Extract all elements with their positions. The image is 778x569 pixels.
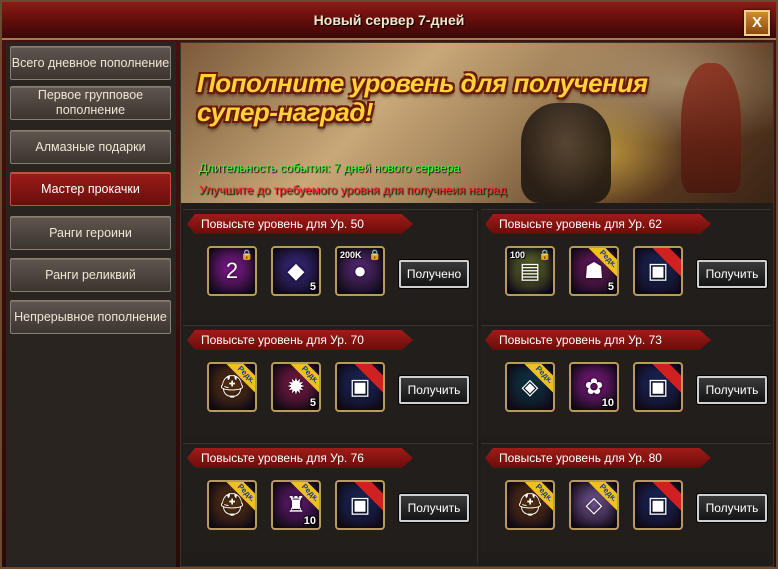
sidebar-item[interactable]: Всего дневное пополнение (10, 46, 171, 80)
title-bar: Новый сервер 7-дней X (2, 2, 776, 40)
sidebar-item[interactable]: Ранги реликвий (10, 258, 171, 292)
task-title: Повысьте уровень для Ур. 70 (187, 330, 413, 350)
blue-card-icon[interactable]: ▣ (633, 246, 683, 296)
banner-figure-art (681, 63, 741, 193)
blue-card-icon[interactable]: ▣ (633, 480, 683, 530)
window-title: Новый сервер 7-дней (313, 12, 465, 28)
item-count: 5 (309, 397, 316, 409)
item-count: 5 (309, 281, 316, 293)
claim-button[interactable]: Получить (399, 494, 469, 522)
helmet-icon[interactable]: ⛑ Редк. (207, 480, 257, 530)
column-divider (477, 211, 478, 563)
sidebar-item[interactable]: Мастер прокачки (10, 172, 171, 206)
reward-task: Повысьте уровень для Ур. 73 ◈ Редк. ✿ 10 ▣ Пол… (481, 325, 771, 435)
lock-icon: 🔒 (538, 250, 551, 261)
claim-button[interactable]: Получить (697, 260, 767, 288)
lock-icon: 🔒 (368, 250, 381, 261)
blue-card-icon[interactable]: ▣ (335, 362, 385, 412)
task-title: Повысьте уровень для Ур. 80 (485, 448, 711, 468)
beast-portrait-icon[interactable]: ☗ Редк. 5 (569, 246, 619, 296)
claim-button[interactable]: Получить (399, 376, 469, 404)
lavender-crystal-icon[interactable]: ◇ Редк. (569, 480, 619, 530)
money-stack-icon[interactable]: ▤ 100 🔒 (505, 246, 555, 296)
armor-icon[interactable]: ♜ Редк. 10 (271, 480, 321, 530)
sidebar-item[interactable]: Непрерывное пополнение (10, 300, 171, 334)
silver-coins-icon[interactable]: ● 200K 🔒 (335, 246, 385, 296)
reward-task: Повысьте уровень для Ур. 50 2 🔒 ◆ 5 ● 200K 🔒 Пол… (183, 209, 473, 319)
red-emblem-icon[interactable]: ✹ Редк. 5 (271, 362, 321, 412)
close-button[interactable]: X (744, 10, 770, 36)
event-window: Новый сервер 7-дней X Всего дневное попо… (0, 0, 778, 569)
crystal-chest-icon[interactable]: ◆ 5 (271, 246, 321, 296)
green-gem-icon[interactable]: ◈ Редк. (505, 362, 555, 412)
task-title: Повысьте уровень для Ур. 62 (485, 214, 711, 234)
event-hint: Улучшите до требуемого уровня для получн… (199, 183, 507, 197)
task-title: Повысьте уровень для Ур. 73 (485, 330, 711, 350)
item-amount: 100 (510, 250, 526, 260)
claim-button[interactable]: Получить (697, 376, 767, 404)
reward-task: Повысьте уровень для Ур. 70 ⛑ Редк. ✹ Редк. 5… (183, 325, 473, 435)
item-amount: 200K (340, 250, 362, 260)
reward-task: Повысьте уровень для Ур. 80 ⛑ Редк. ◇ Редк. ▣… (481, 443, 771, 553)
sidebar-item[interactable]: Ранги героини (10, 216, 171, 250)
helmet-icon[interactable]: ⛑ Редк. (505, 480, 555, 530)
purple-orb-icon[interactable]: 2 🔒 (207, 246, 257, 296)
blue-card-icon[interactable]: ▣ (633, 362, 683, 412)
item-count: 5 (607, 281, 614, 293)
main-panel: Пополните уровень для получения супер-на… (180, 42, 774, 567)
sidebar: Всего дневное пополнение Первое групповое… (6, 42, 176, 567)
task-title: Повысьте уровень для Ур. 76 (187, 448, 413, 468)
rose-icon[interactable]: ✿ 10 (569, 362, 619, 412)
task-title: Повысьте уровень для Ур. 50 (187, 214, 413, 234)
sidebar-item[interactable]: Алмазные подарки (10, 130, 171, 164)
reward-task: Повысьте уровень для Ур. 62 ▤ 100 🔒 ☗ Редк. 5 ▣… (481, 209, 771, 319)
reward-task: Повысьте уровень для Ур. 76 ⛑ Редк. ♜ Редк. 1… (183, 443, 473, 553)
claim-button[interactable]: Получено (399, 260, 469, 288)
event-duration: Длительность события: 7 дней нового серв… (199, 161, 461, 175)
banner-headline: Пополните уровень для получения супер-на… (197, 68, 648, 127)
blue-card-icon[interactable]: ▣ (335, 480, 385, 530)
item-count: 10 (303, 515, 316, 527)
helmet-icon[interactable]: ⛑ Редк. (207, 362, 257, 412)
item-count: 10 (601, 397, 614, 409)
sidebar-item[interactable]: Первое групповое пополнение (10, 86, 171, 120)
lock-icon: 🔒 (240, 250, 253, 261)
claim-button[interactable]: Получить (697, 494, 767, 522)
event-banner: Пополните уровень для получения супер-на… (181, 43, 773, 203)
